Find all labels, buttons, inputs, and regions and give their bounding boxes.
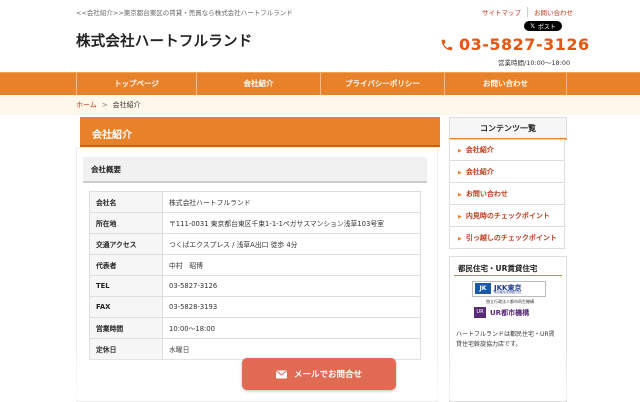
header-tagline: <<会社紹介>>東京都台東区の賃貸・売買なら株式会社ハートフルランド (76, 9, 293, 17)
sidebar-item-label: 会社紹介 (465, 168, 494, 176)
nav-item-top[interactable]: トップページ (76, 73, 196, 95)
ur-description: ハートフルランドは都民住宅・UR賃貸住宅斡旋協力店です。 (456, 331, 555, 348)
nav-item-company[interactable]: 会社紹介 (196, 73, 320, 95)
ur-housing-title: 都民住宅・UR賃貸住宅 (458, 264, 538, 273)
table-row: 所在地 〒111-0031 東京都台東区千束1-1-1ペガサスマンション浅草103… (89, 212, 421, 234)
ur-mark-icon: UR (474, 307, 486, 318)
sidebar-item-company-2[interactable]: ▶ 会社紹介 (449, 162, 565, 183)
mail-icon (275, 370, 287, 378)
contact-link[interactable]: お問い合わせ (527, 7, 579, 17)
row-key: 代表者 (89, 254, 163, 276)
arrow-right-icon: ▶ (458, 236, 462, 242)
table-row: 会社名 株式会社ハートフルランド (89, 191, 421, 213)
sidebar-item-label: 引っ越しのチェックポイント (465, 234, 557, 242)
sidebar-item-moving-checkpoints[interactable]: ▶ 引っ越しのチェックポイント (449, 228, 565, 249)
table-row: 定休日 水曜日 (89, 338, 421, 360)
arrow-right-icon: ▶ (458, 170, 462, 176)
sidebar-item-label: 会社紹介 (465, 146, 494, 154)
row-value: 03-5828-3193 (162, 296, 421, 318)
breadcrumb-separator: > (101, 101, 108, 109)
jkk-tokyo-logo[interactable]: JK JKK東京 東京都住宅供給公社 (472, 281, 546, 297)
table-row: 交通アクセス つくばエクスプレス / 浅草A出口 徒歩 4分 (89, 233, 421, 255)
phone-number: 03-5827-3126 (459, 35, 590, 54)
breadcrumb: ホーム > 会社紹介 (0, 95, 640, 115)
row-key: TEL (89, 275, 163, 297)
sidebar-menu: ▶ 会社紹介 ▶ 会社紹介 ▶ お問い合わせ ▶ 内見時のチェックポイント ▶ 引っ越しの… (449, 139, 565, 250)
row-value: 〒111-0031 東京都台東区千束1-1-1ペガサスマンション浅草103号室 (162, 212, 421, 234)
table-row: 代表者 中村 昭博 (89, 254, 421, 276)
breadcrumb-home[interactable]: ホーム (76, 101, 97, 109)
sidebar-item-label: 内見時のチェックポイント (465, 212, 550, 220)
row-key: 定休日 (89, 338, 163, 360)
section-title: 会社概要 (91, 165, 121, 174)
sidebar-title-bar: コンテンツ一覧 (449, 117, 567, 140)
row-key: 所在地 (89, 212, 163, 234)
sitemap-link[interactable]: サイトマップ (476, 7, 527, 17)
row-value: 10:00～18:00 (162, 317, 421, 339)
divider (454, 275, 562, 276)
site-header: <<会社紹介>>東京都台東区の賃貸・売買なら株式会社ハートフルランド サイトマッ… (0, 0, 640, 72)
mail-contact-button[interactable]: メールでお問合せ (242, 358, 396, 390)
row-value: 中村 昭博 (162, 254, 421, 276)
nav-item-contact[interactable]: お問い合わせ (444, 73, 567, 95)
global-nav: トップページ 会社紹介 プライバシーポリシー お問い合わせ (0, 72, 640, 96)
row-key: 交通アクセス (89, 233, 163, 255)
site-logo-text[interactable]: 株式会社ハートフルランド (76, 30, 252, 51)
sidebar-item-label: お問い合わせ (465, 190, 508, 198)
table-row: 営業時間 10:00～18:00 (89, 317, 421, 339)
sidebar-title: コンテンツ一覧 (480, 124, 536, 133)
company-info-table: 会社名 株式会社ハートフルランド 所在地 〒111-0031 東京都台東区千束1-1… (89, 191, 421, 360)
x-logo-icon: 𝕏 (530, 22, 535, 30)
row-key: FAX (89, 296, 163, 318)
row-value: 水曜日 (162, 338, 421, 360)
x-post-button[interactable]: 𝕏 ポスト (524, 21, 562, 31)
table-row: TEL 03-5827-3126 (89, 275, 421, 297)
header-top-links: サイトマップ お問い合わせ (476, 7, 579, 17)
mail-contact-label: メールでお問合せ (293, 370, 362, 380)
sidebar-item-viewing-checkpoints[interactable]: ▶ 内見時のチェックポイント (449, 206, 565, 227)
table-row: FAX 03-5828-3193 (89, 296, 421, 318)
row-value: つくばエクスプレス / 浅草A出口 徒歩 4分 (162, 233, 421, 255)
phone-icon (441, 39, 453, 50)
ur-logo-text: UR都市機構 (490, 309, 530, 317)
ur-housing-box: 都民住宅・UR賃貸住宅 JK JKK東京 東京都住宅供給公社 独立行政法人都市再… (449, 256, 567, 402)
section-title-bar: 会社概要 (83, 157, 427, 183)
sidebar-item-contact[interactable]: ▶ お問い合わせ (449, 184, 565, 205)
row-value: 03-5827-3126 (162, 275, 421, 297)
page-title: 会社紹介 (92, 130, 132, 141)
row-value: 株式会社ハートフルランド (162, 191, 421, 213)
page-title-bar: 会社紹介 (76, 117, 440, 147)
arrow-right-icon: ▶ (458, 192, 462, 198)
x-post-label: ポスト (537, 23, 556, 31)
nav-item-privacy[interactable]: プライバシーポリシー (320, 73, 444, 95)
business-hours: 営業時間/10:00～18:00 (498, 59, 571, 67)
jkk-mark-icon: JK (475, 283, 491, 294)
sidebar-item-company[interactable]: ▶ 会社紹介 (449, 139, 565, 161)
jkk-logo-subtext: 東京都住宅供給公社 (494, 290, 522, 294)
phone-block[interactable]: 03-5827-3126 (440, 35, 590, 54)
arrow-right-icon: ▶ (458, 148, 462, 154)
row-key: 営業時間 (89, 317, 163, 339)
breadcrumb-current: 会社紹介 (112, 101, 141, 109)
arrow-right-icon: ▶ (458, 214, 462, 220)
ur-toshi-kikou-logo[interactable]: UR UR都市機構 (472, 305, 544, 321)
breadcrumb-inner: ホーム > 会社紹介 (76, 100, 141, 110)
row-key: 会社名 (89, 191, 163, 213)
